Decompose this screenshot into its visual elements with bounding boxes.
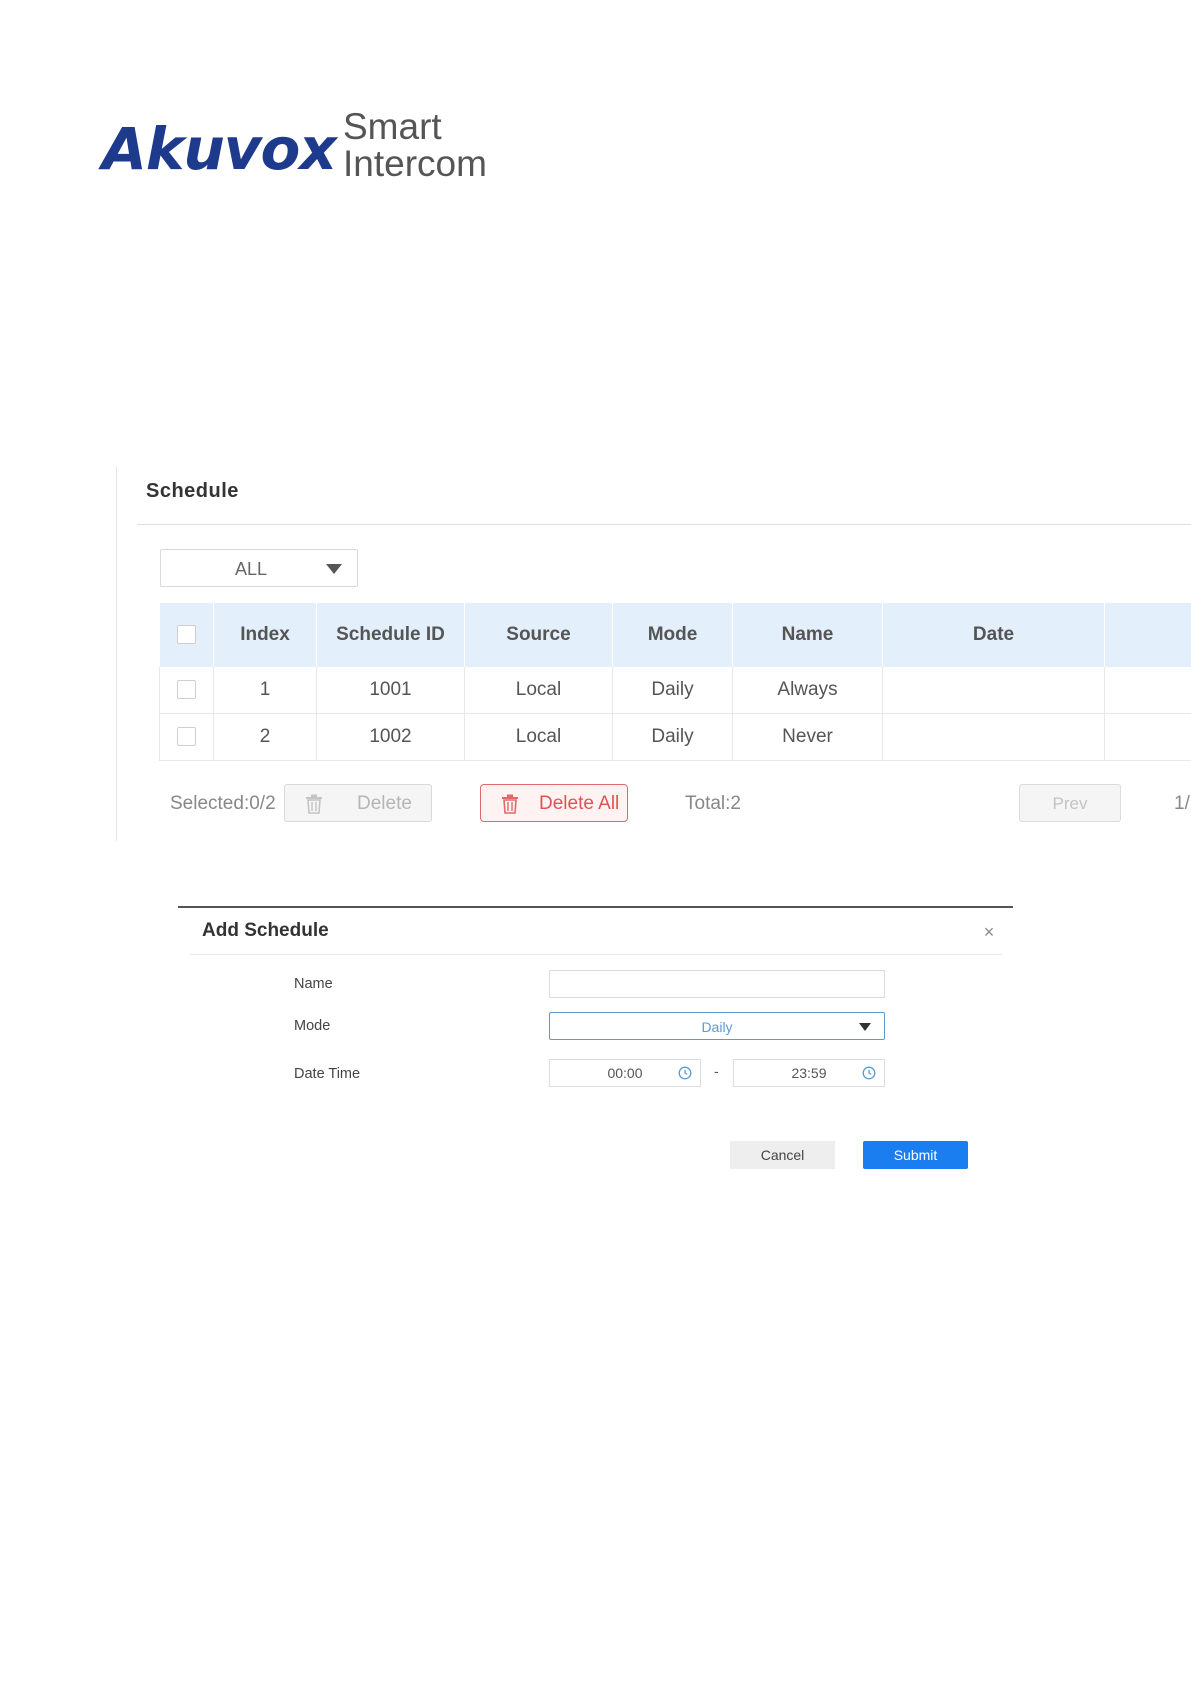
- cell-index: 2: [213, 713, 317, 761]
- prev-button-label: Prev: [1052, 794, 1088, 813]
- row-checkbox[interactable]: [177, 727, 196, 747]
- logo-tagline-line2: Intercom: [343, 143, 487, 184]
- table-row: 1 1001 Local Daily Always: [159, 667, 1191, 714]
- submit-button-label: Submit: [893, 1147, 938, 1163]
- source-filter-select[interactable]: ALL: [160, 549, 358, 587]
- trash-icon: [502, 794, 518, 814]
- submit-button[interactable]: Submit: [863, 1141, 968, 1169]
- column-header-date: Date: [882, 603, 1105, 667]
- logo-tagline: Smart Intercom: [343, 108, 487, 182]
- mode-selected-value: Daily: [701, 1019, 733, 1035]
- cell-source: Local: [464, 713, 613, 761]
- clock-icon: [678, 1066, 692, 1080]
- schedule-panel: Schedule ALL Index Schedule ID Source Mo…: [116, 466, 1191, 841]
- time-range-separator: -: [714, 1063, 719, 1079]
- akuvox-logo: Akuvox Smart Intercom: [102, 108, 492, 188]
- add-schedule-dialog: Add Schedule × Name Mode Daily Date Time…: [178, 906, 1013, 1208]
- date-time-label: Date Time: [294, 1066, 361, 1082]
- chevron-down-icon: [859, 1023, 871, 1031]
- name-input[interactable]: [549, 970, 885, 998]
- row-select-cell: [159, 667, 214, 714]
- trash-icon: [306, 794, 322, 814]
- dialog-title: Add Schedule: [202, 920, 329, 941]
- cell-mode: Daily: [612, 667, 733, 714]
- delete-button[interactable]: Delete: [284, 784, 432, 822]
- cell-name: Never: [732, 713, 883, 761]
- schedule-table: Index Schedule ID Source Mode Name Date …: [159, 603, 1191, 761]
- close-icon[interactable]: ×: [981, 922, 997, 943]
- column-header-schedule-id: Schedule ID: [316, 603, 465, 667]
- cell-source: Local: [464, 667, 613, 714]
- cell-date: [882, 667, 1105, 714]
- dialog-divider: [190, 954, 1002, 955]
- table-header-row: Index Schedule ID Source Mode Name Date: [159, 603, 1191, 667]
- page-title: Schedule: [146, 480, 239, 502]
- total-count: Total:2: [685, 793, 741, 814]
- column-header-extra: [1104, 603, 1191, 667]
- cell-index: 1: [213, 667, 317, 714]
- logo-brand-text: Akuvox: [102, 115, 337, 183]
- filter-selected-value: ALL: [234, 559, 268, 579]
- table-row: 2 1002 Local Daily Never: [159, 713, 1191, 761]
- row-select-cell: [159, 713, 214, 761]
- clock-icon: [862, 1066, 876, 1080]
- row-checkbox[interactable]: [177, 680, 196, 700]
- column-header-source: Source: [464, 603, 613, 667]
- page-indicator: 1/: [1174, 793, 1190, 814]
- cancel-button-label: Cancel: [760, 1147, 805, 1163]
- selected-count: Selected:0/2: [170, 793, 276, 814]
- mode-select[interactable]: Daily: [549, 1012, 885, 1040]
- cell-name: Always: [732, 667, 883, 714]
- delete-all-button-label: Delete All: [539, 793, 620, 814]
- start-time-input[interactable]: 00:00: [549, 1059, 701, 1087]
- cancel-button[interactable]: Cancel: [730, 1141, 835, 1169]
- select-all-cell: [159, 603, 214, 667]
- delete-button-label: Delete: [357, 793, 412, 814]
- mode-label: Mode: [294, 1018, 331, 1034]
- cell-mode: Daily: [612, 713, 733, 761]
- prev-page-button[interactable]: Prev: [1019, 784, 1121, 822]
- end-time-input[interactable]: 23:59: [733, 1059, 885, 1087]
- column-header-name: Name: [732, 603, 883, 667]
- chevron-down-icon: [326, 564, 342, 574]
- column-header-index: Index: [213, 603, 317, 667]
- select-all-checkbox[interactable]: [176, 625, 196, 645]
- title-divider: [137, 524, 1191, 525]
- logo-tagline-line1: Smart: [343, 106, 442, 147]
- cell-schedule-id: 1001: [316, 667, 465, 714]
- end-time-value: 23:59: [791, 1065, 827, 1081]
- delete-all-button[interactable]: Delete All: [480, 784, 628, 822]
- start-time-value: 00:00: [607, 1065, 643, 1081]
- cell-extra: [1104, 667, 1191, 714]
- cell-schedule-id: 1002: [316, 713, 465, 761]
- name-label: Name: [294, 976, 333, 992]
- column-header-mode: Mode: [612, 603, 733, 667]
- cell-date: [882, 713, 1105, 761]
- cell-extra: [1104, 713, 1191, 761]
